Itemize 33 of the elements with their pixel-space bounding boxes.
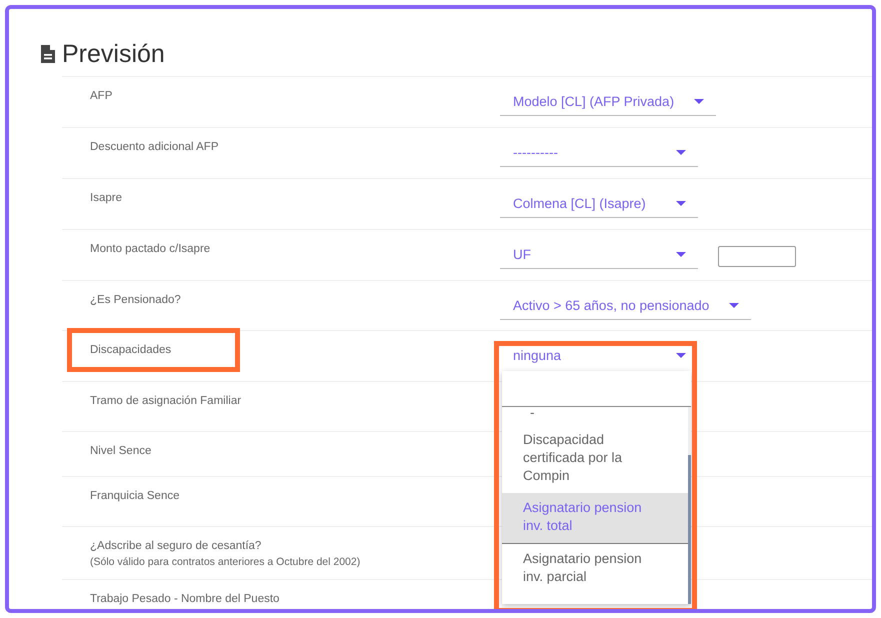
- field-label: Tramo de asignación Familiar: [90, 395, 242, 407]
- search-field[interactable]: [502, 371, 691, 407]
- caret-icon: [676, 353, 686, 358]
- field-label: Franquicia Sence: [90, 490, 180, 502]
- dropdown-select[interactable]: ----------: [500, 142, 698, 167]
- caret-icon: [676, 150, 686, 155]
- dropdown-option[interactable]: -: [502, 407, 688, 425]
- dropdown-select[interactable]: Activo > 65 años, no pensionado: [500, 295, 752, 320]
- caret-icon: [676, 201, 686, 206]
- section-title: Previsión: [62, 40, 165, 68]
- field-label: Trabajo Pesado - Nombre del Puesto: [90, 593, 280, 605]
- caret-icon: [729, 303, 740, 308]
- field-label: ¿Es Pensionado?: [90, 294, 182, 306]
- field-label: Descuento adicional AFP: [90, 141, 220, 153]
- dropdown-select[interactable]: ninguna: [500, 345, 698, 370]
- field-label: ¿Adscribe al seguro de cesantía?: [90, 540, 262, 552]
- dropdown-select[interactable]: Modelo [CL] (AFP Privada): [500, 91, 716, 116]
- field-label: Discapacidades: [90, 344, 172, 356]
- dropdown-option[interactable]: Asignatario pension inv. parcial: [502, 544, 688, 594]
- caret-icon: [694, 99, 704, 104]
- field-label: Monto pactado c/Isapre: [90, 243, 212, 255]
- field-label: AFP: [90, 90, 114, 102]
- dropdown-option[interactable]: Discapacidad certificada por la Compin: [502, 425, 688, 493]
- dropdown-select[interactable]: Colmena [CL] (Isapre): [500, 193, 698, 218]
- dropdown-option[interactable]: Asignatario pension inv. total: [502, 493, 688, 544]
- field-label: Nivel Sence: [90, 445, 152, 457]
- dropdown-select[interactable]: UF: [500, 244, 698, 269]
- caret-icon: [676, 252, 686, 257]
- amount-field[interactable]: [718, 246, 796, 267]
- document-icon: [40, 44, 56, 64]
- field-note: (Sólo válido para contratos anteriores a Octubre del 2002): [90, 556, 362, 568]
- field-label: Isapre: [90, 192, 123, 204]
- scrollbar[interactable]: [688, 407, 691, 604]
